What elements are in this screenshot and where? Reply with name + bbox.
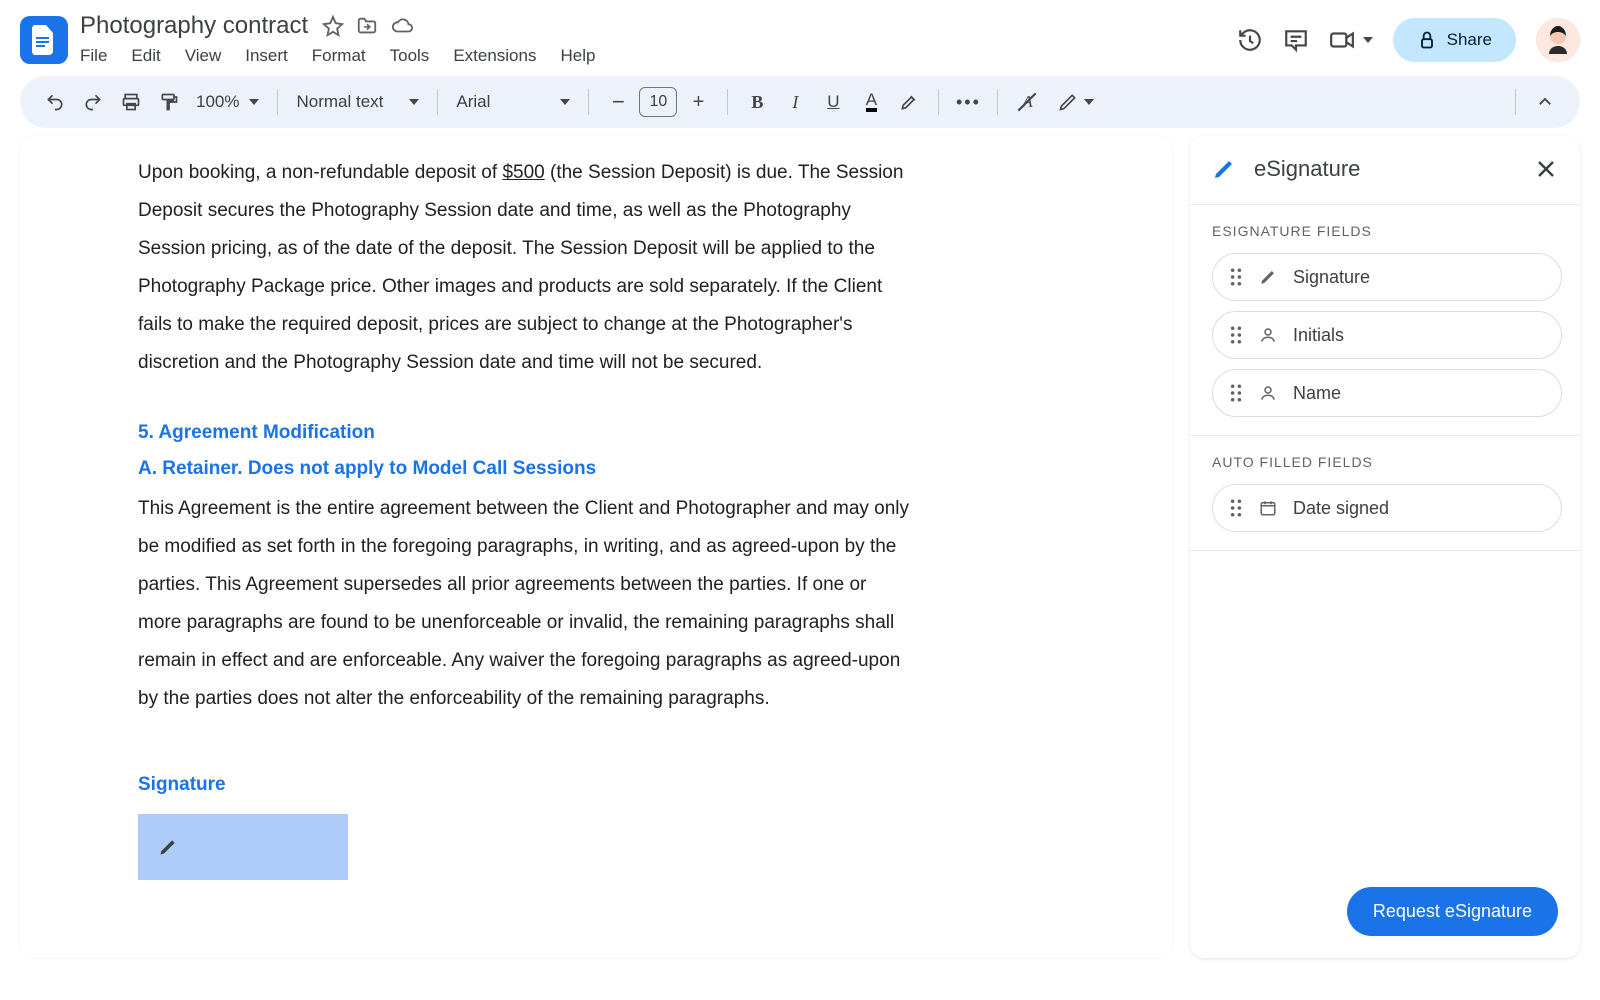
decrease-font-size-button[interactable]: − xyxy=(601,85,635,119)
close-panel-button[interactable] xyxy=(1534,157,1558,181)
font-size-input[interactable]: 10 xyxy=(639,87,677,117)
account-avatar[interactable] xyxy=(1536,18,1580,62)
cloud-status-icon[interactable] xyxy=(390,15,414,37)
paragraph-agreement: This Agreement is the entire agreement b… xyxy=(138,490,912,718)
section-title-esig-fields: ESIGNATURE FIELDS xyxy=(1212,223,1562,239)
increase-font-size-button[interactable]: + xyxy=(681,85,715,119)
zoom-value: 100% xyxy=(196,92,239,112)
comments-icon[interactable] xyxy=(1283,27,1309,53)
esignature-panel: eSignature ESIGNATURE FIELDS Signature I… xyxy=(1190,136,1580,958)
underline-button[interactable]: U xyxy=(816,85,850,119)
document-page[interactable]: Upon booking, a non-refundable deposit o… xyxy=(20,136,1172,958)
chip-label: Signature xyxy=(1293,267,1370,288)
italic-button[interactable]: I xyxy=(778,85,812,119)
clear-formatting-button[interactable]: A xyxy=(1010,85,1044,119)
chip-label: Date signed xyxy=(1293,498,1389,519)
paint-format-button[interactable] xyxy=(152,85,186,119)
zoom-select[interactable]: 100% xyxy=(190,92,265,112)
print-button[interactable] xyxy=(114,85,148,119)
undo-button[interactable] xyxy=(38,85,72,119)
panel-title: eSignature xyxy=(1254,156,1360,182)
text-color-button[interactable]: A xyxy=(854,85,888,119)
menu-extensions[interactable]: Extensions xyxy=(453,46,536,66)
field-chip-date-signed[interactable]: Date signed xyxy=(1212,484,1562,532)
menu-file[interactable]: File xyxy=(80,46,107,66)
field-chip-name[interactable]: Name xyxy=(1212,369,1562,417)
field-chip-signature[interactable]: Signature xyxy=(1212,253,1562,301)
menu-insert[interactable]: Insert xyxy=(245,46,288,66)
redo-button[interactable] xyxy=(76,85,110,119)
style-value: Normal text xyxy=(296,92,383,112)
collapse-toolbar-button[interactable] xyxy=(1528,85,1562,119)
drag-handle-icon xyxy=(1229,384,1243,402)
bold-button[interactable]: B xyxy=(740,85,774,119)
meet-icon[interactable] xyxy=(1329,27,1373,53)
chip-label: Name xyxy=(1293,383,1341,404)
editing-mode-select[interactable] xyxy=(1048,85,1104,119)
docs-logo[interactable] xyxy=(20,16,68,64)
person-icon xyxy=(1257,326,1279,344)
section-title-auto-fields: AUTO FILLED FIELDS xyxy=(1212,454,1562,470)
share-button[interactable]: Share xyxy=(1393,18,1516,62)
share-label: Share xyxy=(1447,30,1492,50)
history-icon[interactable] xyxy=(1237,27,1263,53)
drag-handle-icon xyxy=(1229,268,1243,286)
font-value: Arial xyxy=(456,92,490,112)
doc-title[interactable]: Photography contract xyxy=(80,12,308,40)
more-formatting-button[interactable]: ••• xyxy=(951,85,985,119)
drag-handle-icon xyxy=(1229,499,1243,517)
heading-5-agreement-modification: 5. Agreement Modification xyxy=(138,422,912,444)
paragraph-style-select[interactable]: Normal text xyxy=(290,92,425,112)
field-chip-initials[interactable]: Initials xyxy=(1212,311,1562,359)
font-family-select[interactable]: Arial xyxy=(450,92,576,112)
menu-help[interactable]: Help xyxy=(560,46,595,66)
chip-label: Initials xyxy=(1293,325,1344,346)
menu-format[interactable]: Format xyxy=(312,46,366,66)
highlight-color-button[interactable] xyxy=(892,85,926,119)
esignature-pen-icon xyxy=(1212,157,1236,181)
toolbar: 100% Normal text Arial − 10 + B I U A ••… xyxy=(20,76,1580,128)
person-icon xyxy=(1257,384,1279,402)
heading-a-retainer: A. Retainer. Does not apply to Model Cal… xyxy=(138,458,912,480)
menu-bar: File Edit View Insert Format Tools Exten… xyxy=(80,46,1237,66)
menu-edit[interactable]: Edit xyxy=(131,46,160,66)
calendar-icon xyxy=(1257,499,1279,517)
signature-field-placeholder[interactable] xyxy=(138,814,348,880)
signature-pen-icon xyxy=(1257,268,1279,286)
move-icon[interactable] xyxy=(356,15,378,37)
menu-tools[interactable]: Tools xyxy=(390,46,430,66)
request-esignature-button[interactable]: Request eSignature xyxy=(1347,887,1558,936)
menu-view[interactable]: View xyxy=(185,46,222,66)
paragraph-deposit: Upon booking, a non-refundable deposit o… xyxy=(138,154,912,382)
star-icon[interactable] xyxy=(322,15,344,37)
drag-handle-icon xyxy=(1229,326,1243,344)
signature-heading: Signature xyxy=(138,774,912,796)
